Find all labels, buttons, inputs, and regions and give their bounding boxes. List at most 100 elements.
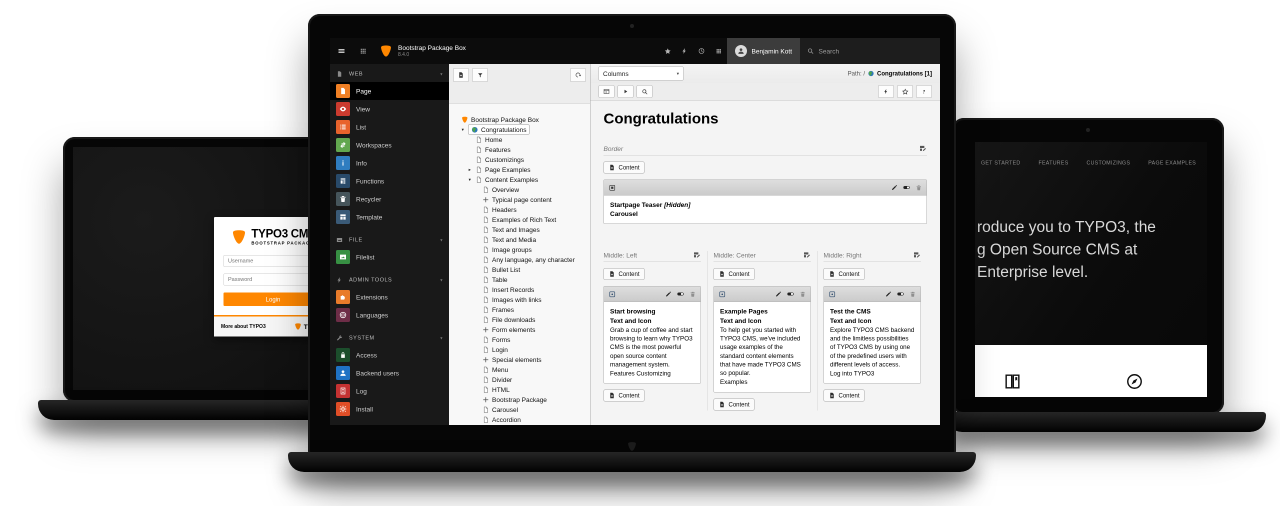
bookmark-button[interactable]: [897, 85, 913, 98]
tree-node-page-examples[interactable]: ▸Page Examples: [449, 165, 590, 175]
tree-node-typical-page-content[interactable]: Typical page content: [449, 195, 590, 205]
tree-node-carousel[interactable]: Carousel: [449, 405, 590, 415]
sidebar-item-view[interactable]: View: [330, 100, 449, 118]
workspace-button[interactable]: [710, 38, 727, 64]
tree-node-image-groups[interactable]: Image groups: [449, 245, 590, 255]
tree-node-congratulations[interactable]: ▾Congratulations: [449, 125, 590, 135]
sidebar-item-page[interactable]: Page: [330, 82, 449, 100]
tree-toggle-icon[interactable]: ▾: [467, 177, 473, 183]
sidebar-item-list[interactable]: List: [330, 118, 449, 136]
nav-item-customizings[interactable]: CUSTOMIZINGS: [1083, 157, 1133, 169]
tree-toggle-icon[interactable]: ▾: [460, 127, 466, 133]
more-about-typo3-link[interactable]: More about TYPO3: [221, 324, 266, 330]
login-button[interactable]: Login: [224, 293, 311, 307]
sidebar-item-info[interactable]: Info: [330, 154, 449, 172]
tree-node-text-and-media[interactable]: Text and Media: [449, 235, 590, 245]
tree-node-content-examples[interactable]: ▾Content Examples: [449, 175, 590, 185]
visibility-toggle-icon[interactable]: [787, 290, 795, 298]
tree-node-bootstrap-package[interactable]: Bootstrap Package: [449, 395, 590, 405]
edit-icon[interactable]: [885, 291, 892, 298]
card-footer-link[interactable]: Features Customizing: [610, 370, 695, 379]
tree-node-overview[interactable]: Overview: [449, 185, 590, 195]
tree-node-login[interactable]: Login: [449, 345, 590, 355]
sidebar-section-admin-tools[interactable]: ADMIN TOOLS▾: [330, 272, 449, 288]
tree-node-insert-records[interactable]: Insert Records: [449, 285, 590, 295]
tree-node-divider[interactable]: Divider: [449, 375, 590, 385]
tree-toggle-icon[interactable]: ▸: [467, 167, 473, 173]
edit-column-icon[interactable]: [803, 251, 811, 259]
tree-node-table[interactable]: Table: [449, 275, 590, 285]
card-footer-link[interactable]: Log into TYPO3: [830, 370, 915, 379]
content-add-button[interactable]: Content: [604, 268, 645, 280]
visibility-toggle-button[interactable]: [903, 184, 911, 192]
tree-node-special-elements[interactable]: Special elements: [449, 355, 590, 365]
module-grid-button[interactable]: [353, 38, 373, 64]
sidebar-item-install[interactable]: Install: [330, 400, 449, 418]
sidebar-section-file[interactable]: FILE▾: [330, 232, 449, 248]
new-page-button[interactable]: [453, 68, 469, 82]
edit-icon[interactable]: [775, 291, 782, 298]
tree-node-home[interactable]: Home: [449, 135, 590, 145]
edit-button[interactable]: [891, 184, 898, 191]
edit-column-icon[interactable]: [913, 251, 921, 259]
tree-node-any-language-any-character[interactable]: Any language, any character: [449, 255, 590, 265]
content-add-button[interactable]: Content: [824, 390, 865, 402]
sidebar-section-web[interactable]: WEB▾: [330, 66, 449, 82]
clear-page-cache-button[interactable]: [878, 85, 894, 98]
tree-node-forms[interactable]: Forms: [449, 335, 590, 345]
edit-column-icon[interactable]: [693, 251, 701, 259]
refresh-tree-button[interactable]: [570, 68, 586, 82]
topbar-search[interactable]: Search: [800, 38, 940, 64]
edit-column-icon[interactable]: [919, 145, 927, 153]
content-add-button[interactable]: Content: [604, 390, 645, 402]
content-add-button[interactable]: Content: [714, 398, 755, 410]
card-footer-link[interactable]: Examples: [720, 378, 805, 387]
tree-node-headers[interactable]: Headers: [449, 205, 590, 215]
content-add-button[interactable]: Content: [824, 268, 865, 280]
tree-node-file-downloads[interactable]: File downloads: [449, 315, 590, 325]
bookmarks-button[interactable]: [659, 38, 676, 64]
nav-item-page-examples[interactable]: PAGE EXAMPLES: [1145, 157, 1199, 169]
tree-node-bootstrap-package-box[interactable]: Bootstrap Package Box: [449, 115, 590, 125]
sidebar-section-system[interactable]: SYSTEM▾: [330, 330, 449, 346]
tree-node-text-and-images[interactable]: Text and Images: [449, 225, 590, 235]
sidebar-item-template[interactable]: Template: [330, 208, 449, 226]
tree-node-customizings[interactable]: Customizings: [449, 155, 590, 165]
sidebar-item-backend-users[interactable]: Backend users: [330, 364, 449, 382]
sidebar-item-access[interactable]: Access: [330, 346, 449, 364]
clear-cache-button[interactable]: [676, 38, 693, 64]
user-menu[interactable]: Benjamin Kott: [727, 38, 800, 64]
delete-icon[interactable]: [800, 291, 807, 298]
visibility-toggle-icon[interactable]: [897, 290, 905, 298]
tree-node-form-elements[interactable]: Form elements: [449, 325, 590, 335]
sidebar-item-extensions[interactable]: Extensions: [330, 288, 449, 306]
delete-button[interactable]: [916, 184, 923, 191]
sidebar-item-languages[interactable]: Languages: [330, 306, 449, 324]
browser-book-icon[interactable]: [1003, 372, 1022, 391]
view-webpage-button[interactable]: [618, 85, 634, 98]
columns-view-select[interactable]: Columns ▾: [599, 67, 684, 81]
cache-button[interactable]: [599, 85, 615, 98]
sidebar-item-filelist[interactable]: Filelist: [330, 248, 449, 266]
username-field[interactable]: [224, 255, 311, 267]
filter-button[interactable]: [472, 68, 488, 82]
edit-icon[interactable]: [665, 291, 672, 298]
menu-toggle-button[interactable]: [330, 38, 353, 64]
tree-node-menu[interactable]: Menu: [449, 365, 590, 375]
nav-item-features[interactable]: FEATURES: [1035, 157, 1071, 169]
help-button[interactable]: [916, 85, 932, 98]
tree-node-html[interactable]: HTML: [449, 385, 590, 395]
delete-icon[interactable]: [910, 291, 917, 298]
sidebar-item-log[interactable]: Log: [330, 382, 449, 400]
sidebar-item-workspaces[interactable]: Workspaces: [330, 136, 449, 154]
content-add-button[interactable]: Content: [604, 162, 645, 174]
visibility-toggle-icon[interactable]: [677, 290, 685, 298]
password-field[interactable]: [224, 274, 311, 286]
compass-icon[interactable]: [1125, 372, 1144, 391]
sidebar-item-functions[interactable]: Functions: [330, 172, 449, 190]
content-add-button[interactable]: Content: [714, 268, 755, 280]
tree-node-accordion[interactable]: Accordion: [449, 415, 590, 425]
tree-node-features[interactable]: Features: [449, 145, 590, 155]
sidebar-item-recycler[interactable]: Recycler: [330, 190, 449, 208]
delete-icon[interactable]: [690, 291, 697, 298]
